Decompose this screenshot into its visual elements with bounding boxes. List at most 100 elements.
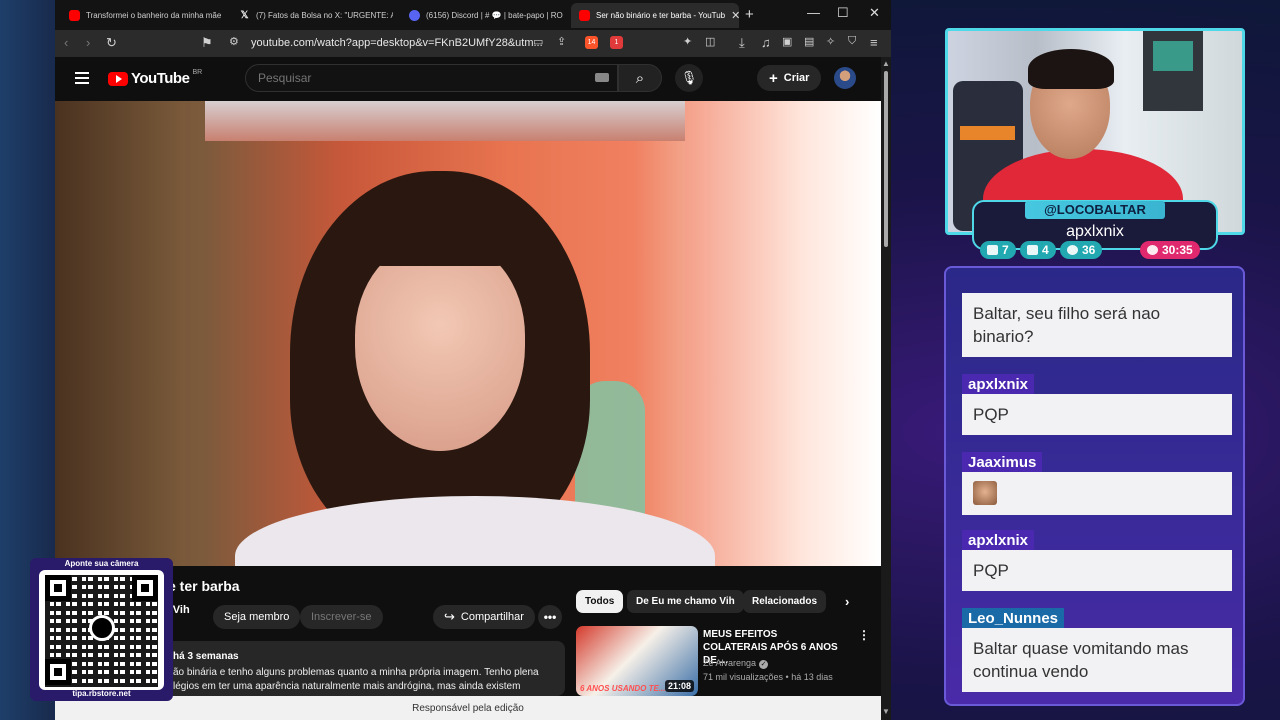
country-code: BR (192, 69, 203, 76)
tab-label: (7) Fatos da Bolsa no X: "URGENTE: Acab (256, 11, 393, 20)
chip-related[interactable]: Relacionados (743, 590, 827, 613)
reload-count-badge: 36 (1060, 241, 1103, 259)
share-button[interactable]: ↪ Compartilhar (433, 605, 535, 629)
extensions-icon[interactable]: ✦ (683, 35, 692, 48)
reload-icon[interactable]: ↻ (106, 35, 117, 51)
tab-bathroom-video[interactable]: Transformei o banheiro da minha mãe e d (61, 3, 223, 28)
share-page-icon[interactable]: ⇪ (557, 35, 566, 48)
recommendation-channel-name: Zé Alvarenga (703, 658, 757, 668)
chip-all[interactable]: Todos (576, 590, 624, 613)
account-avatar[interactable] (834, 67, 856, 89)
youtube-icon (579, 10, 590, 21)
scrollbar-thumb[interactable] (884, 71, 888, 247)
bookmark-icon[interactable]: ⚑ (201, 35, 213, 51)
youtube-icon (69, 10, 80, 21)
ai-icon[interactable]: ✧ (826, 35, 835, 48)
keyboard-icon[interactable] (595, 73, 609, 82)
recommendation-stats: 71 mil visualizações • há 13 dias (703, 672, 833, 682)
stat-value: 4 (1042, 243, 1049, 257)
share-icon: ↪ (444, 609, 455, 624)
scroll-down-icon[interactable]: ▼ (882, 707, 890, 716)
logo-text: YouTube (131, 70, 190, 87)
chat-count-badge: 7 (980, 241, 1016, 259)
video-icon (1027, 245, 1038, 255)
reload-icon (1067, 245, 1078, 255)
chip-from-channel[interactable]: De Eu me chamo Vih (627, 590, 744, 613)
video-player[interactable] (55, 101, 881, 566)
qr-finder (132, 575, 158, 601)
screenshot-icon[interactable]: ◫ (705, 35, 715, 48)
description-box[interactable]: há 3 semanas ão binária e tenho alguns p… (155, 641, 565, 696)
subscribe-button[interactable]: Inscrever-se (300, 605, 383, 629)
qr-code (39, 570, 164, 690)
browser-window: Transformei o banheiro da minha mãe e d … (55, 0, 891, 720)
qr-finder (45, 659, 71, 685)
discord-icon (409, 10, 420, 21)
tab-x-post[interactable]: 𝕏 (7) Fatos da Bolsa no X: "URGENTE: Aca… (231, 3, 393, 28)
close-tab-icon[interactable]: ✕ (731, 9, 739, 22)
sidebar-icon[interactable]: ▣ (782, 35, 792, 48)
video-scene-window-light (685, 101, 881, 566)
tab-current-video[interactable]: Ser não binário e ter barba - YouTub ✕ (571, 3, 739, 28)
chat-icon (987, 245, 998, 255)
site-settings-icon[interactable]: ⚙ (229, 35, 239, 48)
new-tab-icon[interactable]: + (745, 6, 754, 23)
view-count: 71 mil visualizações (703, 672, 784, 682)
search-button[interactable]: ⌕ (618, 64, 662, 92)
video-duration: 21:08 (664, 680, 694, 692)
music-icon[interactable]: ♫ (761, 35, 771, 50)
stat-value: 30:35 (1162, 243, 1193, 257)
chat-message: PQP (962, 394, 1232, 435)
qr-url: tipa.rbstore.net (72, 689, 131, 698)
video-scene-ceiling (205, 101, 725, 141)
tab-discord[interactable]: (6156) Discord | # 💬 | bate-papo | RODR (401, 3, 563, 28)
chat-message: Baltar quase vomitando mas continua vend… (962, 628, 1232, 692)
back-icon[interactable]: ‹ (64, 35, 68, 50)
video-title: e ter barba (168, 578, 240, 594)
cam-scene-hair (1028, 49, 1114, 89)
tab-label: Ser não binário e ter barba - YouTub (596, 11, 726, 20)
cast-icon[interactable]: ▭ (533, 35, 543, 48)
video-scene-face (355, 241, 525, 451)
youtube-logo[interactable]: YouTube BR (108, 69, 203, 87)
x-icon: 𝕏 (240, 10, 249, 21)
minimize-icon[interactable]: — (807, 5, 820, 20)
recommendation-thumbnail[interactable]: 6 ANOS USANDO TE... 21:08 (576, 626, 698, 696)
emote-image (973, 481, 997, 505)
video-details: e ter barba o Vih Seja membro Inscrever-… (55, 566, 881, 696)
cam-scene-chair-stripe (960, 126, 1015, 140)
vpn-icon[interactable]: ⛉ (848, 35, 856, 48)
close-window-icon[interactable]: ✕ (869, 5, 880, 21)
address-bar[interactable]: youtube.com/watch?app=desktop&v=FKnB2UMf… (251, 37, 543, 49)
video-scene-wardrobe (55, 101, 185, 566)
wallet-icon[interactable]: ▤ (804, 35, 814, 48)
tab-bar: Transformei o banheiro da minha mãe e d … (55, 0, 891, 30)
page-scrollbar[interactable]: ▲ ▼ (881, 57, 891, 720)
scroll-up-icon[interactable]: ▲ (882, 59, 890, 68)
youtube-header: YouTube BR ⌕ 🎙 + Criar (55, 57, 881, 101)
recommendation-channel[interactable]: Zé Alvarenga ✓ (703, 658, 769, 669)
chat-message: PQP (962, 550, 1232, 591)
tab-label: Transformei o banheiro da minha mãe e d (86, 11, 223, 20)
chat-message: Baltar, seu filho será nao binario? (962, 293, 1232, 357)
create-button[interactable]: + Criar (757, 65, 822, 91)
alert-icon[interactable]: 1 (610, 36, 623, 49)
chevron-right-icon[interactable]: › (845, 594, 849, 609)
search-box (245, 64, 618, 92)
voice-search-button[interactable]: 🎙 (675, 64, 703, 92)
brave-shield-icon[interactable]: 14 (585, 36, 598, 49)
maximize-icon[interactable]: ☐ (837, 5, 849, 21)
tab-label: (6156) Discord | # 💬 | bate-papo | RODR (426, 11, 563, 20)
upload-age: há 13 dias (791, 672, 833, 682)
forward-icon[interactable]: › (86, 35, 90, 50)
video-count-badge: 4 (1020, 241, 1056, 259)
stat-value: 7 (1002, 243, 1009, 257)
hamburger-menu-icon[interactable] (75, 72, 89, 84)
download-icon[interactable]: ⤓ (739, 35, 745, 51)
vertical-dots-icon[interactable]: ⋮ (858, 628, 870, 642)
menu-icon[interactable]: ≡ (870, 35, 878, 50)
youtube-play-icon (108, 71, 128, 86)
join-membership-button[interactable]: Seja membro (213, 605, 301, 629)
more-actions-button[interactable]: ••• (538, 605, 562, 629)
search-input[interactable] (258, 71, 558, 85)
